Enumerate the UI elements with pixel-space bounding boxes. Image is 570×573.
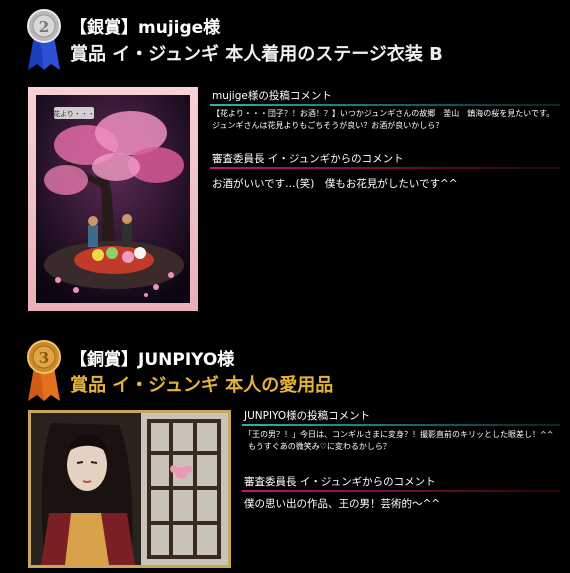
judge-comment-heading: 審査委員長 イ・ジュンギからのコメント bbox=[212, 153, 404, 165]
svg-text:3: 3 bbox=[39, 349, 49, 367]
poster-comment-heading: mujige様の投稿コメント bbox=[212, 90, 332, 102]
silver-medal-icon: 2 bbox=[27, 9, 61, 70]
judge-comment-heading: 審査委員長 イ・ジュンギからのコメント bbox=[244, 476, 436, 488]
heading-underline bbox=[210, 167, 560, 169]
award-entry-bronze: 3 【銅賞】JUNPIYO様 賞品 イ・ジュンギ 本人の愛用品 JUNPIYO様… bbox=[0, 330, 570, 573]
poster-comment-text: 「王の男？！」今日は、コンギルさまに変身？！撮影直前のキリッとした眼差し！^^ … bbox=[244, 429, 564, 453]
portrait-photo bbox=[31, 413, 228, 565]
award-entry-silver: 2 【銀賞】mujige様 賞品 イ・ジュンギ 本人着用のステージ衣装 B 花よ… bbox=[0, 0, 570, 325]
rank-title: 【銀賞】mujige様 bbox=[70, 18, 221, 38]
photo-sign-text: 花より・・・ bbox=[53, 109, 95, 118]
prize-title: 賞品 イ・ジュンギ 本人着用のステージ衣装 B bbox=[70, 44, 443, 65]
poster-comment-line-1: 「王の男？！」今日は、コンギルさまに変身？！撮影直前のキリッとした眼差し！^^ bbox=[244, 430, 554, 439]
heading-underline bbox=[210, 104, 560, 106]
submission-photo-frame[interactable]: 花より・・・ bbox=[28, 87, 198, 311]
poster-comment-text: 【花より・・・団子？！お酒！？】いつかジュンギさんの故郷 釜山 鎮海の桜を見たい… bbox=[212, 108, 562, 132]
prize-title: 賞品 イ・ジュンギ 本人の愛用品 bbox=[70, 375, 334, 396]
poster-comment-heading: JUNPIYO様の投稿コメント bbox=[244, 410, 371, 422]
submission-photo-frame[interactable] bbox=[28, 410, 231, 568]
poster-comment-line-2: ジュンギさんは花見よりもごちそうが良い？お酒が良いかしら？ bbox=[212, 121, 444, 130]
heading-underline bbox=[242, 424, 560, 426]
judge-comment-text: お酒がいいです…(笑) 僕もお花見がしたいです^^ bbox=[212, 178, 458, 190]
poster-comment-line-2: もうすぐあの微笑み♡に変わるかしら？ bbox=[248, 442, 391, 451]
poster-comment-line-1: 【花より・・・団子？！お酒！？】いつかジュンギさんの故郷 釜山 鎮海の桜を見たい… bbox=[212, 109, 555, 118]
rank-title: 【銅賞】JUNPIYO様 bbox=[70, 350, 235, 370]
svg-text:2: 2 bbox=[39, 18, 49, 36]
judge-comment-text: 僕の思い出の作品、王の男！芸術的〜^^ bbox=[244, 498, 441, 510]
cherry-blossom-photo: 花より・・・ bbox=[36, 95, 190, 303]
bronze-medal-icon: 3 bbox=[27, 340, 61, 401]
heading-underline bbox=[242, 490, 560, 492]
